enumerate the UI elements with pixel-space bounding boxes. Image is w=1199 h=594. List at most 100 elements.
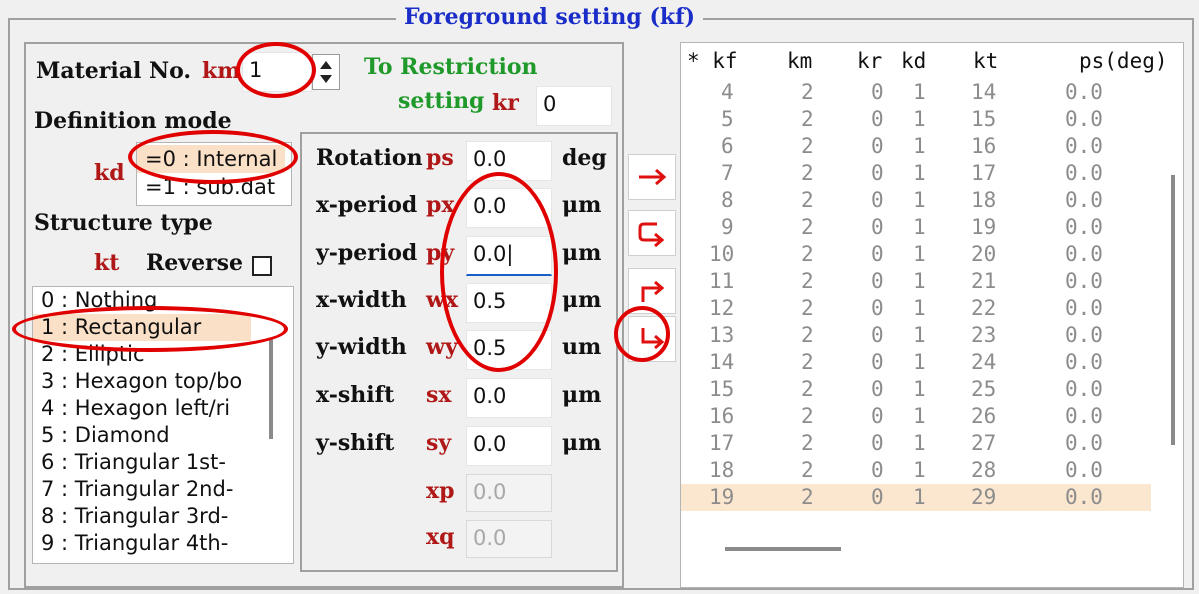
foreground-table[interactable]: * kf km kr kd kt ps(deg) 4 2 0 1 14 0.0 … xyxy=(680,42,1184,588)
cell-kt: 26 xyxy=(971,404,997,428)
rotation-input[interactable]: 0.0 xyxy=(466,141,552,181)
structure-list-scrollbar[interactable] xyxy=(269,339,273,439)
table-row[interactable]: 6 2 0 1 16 0.0 xyxy=(681,133,1151,160)
structure-type-label: Structure type xyxy=(34,210,213,236)
table-row[interactable]: 13 2 0 1 23 0.0 xyxy=(681,322,1151,349)
cell-ps: 0.0 xyxy=(1065,215,1103,239)
table-row[interactable]: 12 2 0 1 22 0.0 xyxy=(681,295,1151,322)
cell-ps: 0.0 xyxy=(1065,458,1103,482)
insert-below-button[interactable] xyxy=(628,316,676,362)
table-row[interactable]: 16 2 0 1 26 0.0 xyxy=(681,403,1151,430)
table-row[interactable]: 5 2 0 1 15 0.0 xyxy=(681,106,1151,133)
table-header-kt: kt xyxy=(973,49,999,73)
insert-above-button[interactable] xyxy=(628,268,676,314)
restriction-label-line2: setting xyxy=(398,88,485,114)
cell-ps: 0.0 xyxy=(1065,350,1103,374)
cell-kf: 19 xyxy=(709,485,735,509)
cell-kt: 28 xyxy=(971,458,997,482)
structure-option[interactable]: 5 : Diamond xyxy=(33,422,170,449)
structure-option[interactable]: 6 : Triangular 1st- xyxy=(33,449,226,476)
definition-option[interactable]: =0 : Internal xyxy=(137,145,285,173)
cell-kf: 14 xyxy=(709,350,735,374)
param-key: py xyxy=(426,240,455,266)
x-width-input[interactable]: 0.5 xyxy=(466,283,552,323)
param-name: y-width xyxy=(316,334,407,360)
table-row-selected[interactable]: 19 2 0 1 29 0.0 xyxy=(681,484,1151,511)
cell-kd: 1 xyxy=(913,458,926,482)
restriction-input[interactable]: 0 xyxy=(536,86,612,126)
cell-kr: 0 xyxy=(871,269,884,293)
structure-option[interactable]: 2 : Elliptic xyxy=(33,341,145,368)
cell-kd: 1 xyxy=(913,107,926,131)
cell-kd: 1 xyxy=(913,485,926,509)
material-number-input[interactable]: 1 xyxy=(242,52,312,92)
structure-option[interactable]: 3 : Hexagon top/bo xyxy=(33,368,242,395)
definition-option[interactable]: =1 : sub.dat xyxy=(137,173,275,201)
table-row[interactable]: 10 2 0 1 20 0.0 xyxy=(681,241,1151,268)
structure-option[interactable]: 8 : Triangular 3rd- xyxy=(33,503,228,530)
y-shift-input[interactable]: 0.0 xyxy=(466,426,552,466)
cell-kf: 6 xyxy=(721,134,734,158)
table-header-kd: kd xyxy=(901,49,927,73)
table-row[interactable]: 4 2 0 1 14 0.0 xyxy=(681,79,1151,106)
structure-option[interactable]: 0 : Nothing xyxy=(33,287,157,314)
cell-ps: 0.0 xyxy=(1065,323,1103,347)
table-vertical-scrollbar[interactable] xyxy=(1171,175,1175,445)
table-row[interactable]: 8 2 0 1 18 0.0 xyxy=(681,187,1151,214)
table-horizontal-scrollbar[interactable] xyxy=(725,547,841,551)
cell-kr: 0 xyxy=(871,485,884,509)
table-row[interactable]: 7 2 0 1 17 0.0 xyxy=(681,160,1151,187)
cell-kf: 4 xyxy=(721,80,734,104)
reverse-checkbox[interactable] xyxy=(252,256,272,276)
table-row[interactable]: 14 2 0 1 24 0.0 xyxy=(681,349,1151,376)
param-key: px xyxy=(426,192,455,218)
cell-km: 2 xyxy=(801,458,814,482)
definition-mode-list[interactable]: =0 : Internal =1 : sub.dat xyxy=(136,142,292,206)
restriction-label-line1: To Restriction xyxy=(364,54,538,80)
structure-option[interactable]: 1 : Rectangular xyxy=(33,314,251,341)
table-row[interactable]: 18 2 0 1 28 0.0 xyxy=(681,457,1151,484)
param-name: y-period xyxy=(316,240,418,266)
cell-ps: 0.0 xyxy=(1065,431,1103,455)
cell-kt: 21 xyxy=(971,269,997,293)
param-name: x-shift xyxy=(316,382,395,408)
material-label: Material No. xyxy=(36,58,192,84)
replace-entry-button[interactable] xyxy=(628,210,676,256)
table-row[interactable]: 11 2 0 1 21 0.0 xyxy=(681,268,1151,295)
cell-ps: 0.0 xyxy=(1065,485,1103,509)
cell-kf: 12 xyxy=(709,296,735,320)
arrow-down-right-icon xyxy=(641,328,665,350)
y-period-input[interactable]: 0.0| xyxy=(466,236,552,276)
table-header-kr: kr xyxy=(857,49,883,73)
cell-kd: 1 xyxy=(913,188,926,212)
y-width-input[interactable]: 0.5 xyxy=(466,330,552,370)
material-spinner[interactable] xyxy=(312,54,340,90)
structure-type-list[interactable]: 0 : Nothing 1 : Rectangular 2 : Elliptic… xyxy=(32,286,294,564)
structure-option[interactable]: 7 : Triangular 2nd- xyxy=(33,476,233,503)
table-row[interactable]: 15 2 0 1 25 0.0 xyxy=(681,376,1151,403)
table-row[interactable]: 9 2 0 1 19 0.0 xyxy=(681,214,1151,241)
param-key: ps xyxy=(426,145,454,171)
cell-kd: 1 xyxy=(913,269,926,293)
cell-kr: 0 xyxy=(871,242,884,266)
param-name: Rotation xyxy=(316,145,423,171)
cell-kt: 25 xyxy=(971,377,997,401)
cell-kr: 0 xyxy=(871,431,884,455)
cell-kd: 1 xyxy=(913,377,926,401)
cell-kr: 0 xyxy=(871,134,884,158)
table-row[interactable]: 17 2 0 1 27 0.0 xyxy=(681,430,1151,457)
structure-option[interactable]: 9 : Triangular 4th- xyxy=(33,530,228,557)
cell-km: 2 xyxy=(801,188,814,212)
add-entry-button[interactable] xyxy=(628,154,676,200)
cell-kt: 19 xyxy=(971,215,997,239)
cell-kd: 1 xyxy=(913,242,926,266)
param-unit: μm xyxy=(562,240,602,266)
structure-option[interactable]: 4 : Hexagon left/ri xyxy=(33,395,230,422)
cell-ps: 0.0 xyxy=(1065,188,1103,212)
x-shift-input[interactable]: 0.0 xyxy=(466,378,552,418)
x-period-input[interactable]: 0.0 xyxy=(466,188,552,228)
cell-kt: 24 xyxy=(971,350,997,374)
cell-kd: 1 xyxy=(913,134,926,158)
param-key: wy xyxy=(426,334,458,360)
cell-ps: 0.0 xyxy=(1065,161,1103,185)
